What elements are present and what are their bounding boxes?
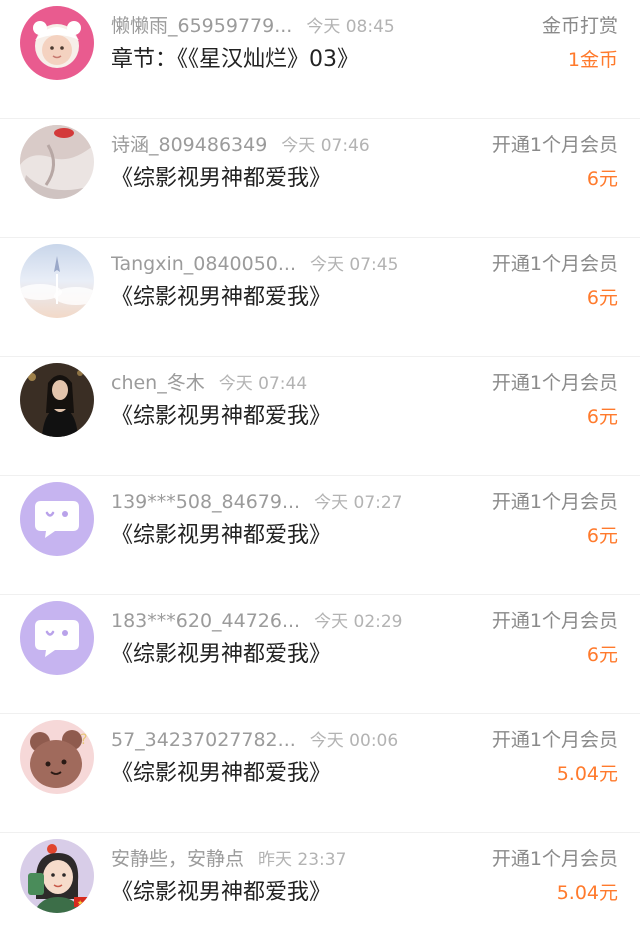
amount: 5.04元 xyxy=(556,763,618,785)
item-title: 章节：《《星汉灿烂》03》 xyxy=(111,47,359,72)
transaction-type: 开通1个月会员 xyxy=(491,372,618,394)
amount: 5.04元 xyxy=(556,882,618,904)
avatar[interactable] xyxy=(20,6,94,80)
amount: 6元 xyxy=(586,644,618,666)
timestamp: 今天 00:06 xyxy=(309,731,399,751)
user-name[interactable]: 懒懒雨_65959779... xyxy=(111,15,292,37)
user-name[interactable]: 安静些，安静点 xyxy=(111,848,244,870)
list-item[interactable]: Tangxin_0840050... 今天 07:45 《综影视男神都爱我》 开通… xyxy=(0,238,640,357)
item-title: 《综影视男神都爱我》 xyxy=(111,166,332,191)
chat-bubble-icon xyxy=(35,620,79,657)
list-item[interactable]: 183***620_44726... 今天 02:29 《综影视男神都爱我》 开通… xyxy=(0,595,640,714)
user-name[interactable]: 139***508_84679... xyxy=(111,491,300,513)
girl-avatar-icon xyxy=(20,125,94,199)
user-line: chen_冬木 今天 07:44 xyxy=(111,371,441,396)
avatar[interactable] xyxy=(20,482,94,556)
sky-avatar-icon xyxy=(20,244,94,318)
item-title: 《综影视男神都爱我》 xyxy=(111,404,332,429)
item-title: 《综影视男神都爱我》 xyxy=(111,761,332,786)
transaction-type: 金币打赏 xyxy=(541,15,618,37)
amount: 1金币 xyxy=(567,49,618,71)
transaction-type: 开通1个月会员 xyxy=(491,610,618,632)
item-title: 《综影视男神都爱我》 xyxy=(111,642,332,667)
item-title: 《综影视男神都爱我》 xyxy=(111,523,332,548)
transaction-type: 开通1个月会员 xyxy=(491,729,618,751)
user-name[interactable]: Tangxin_0840050... xyxy=(111,253,296,275)
timestamp: 今天 07:27 xyxy=(314,493,403,513)
user-line: 懒懒雨_65959779... 今天 08:45 xyxy=(111,14,441,39)
user-name[interactable]: 诗涵_809486349 xyxy=(111,134,267,156)
avatar[interactable] xyxy=(20,125,94,199)
transaction-type: 开通1个月会员 xyxy=(491,134,618,156)
woman-avatar-icon xyxy=(20,363,94,437)
list-item[interactable]: 139***508_84679... 今天 07:27 《综影视男神都爱我》 开通… xyxy=(0,476,640,595)
timestamp: 昨天 23:37 xyxy=(258,850,347,870)
list-item[interactable]: 懒懒雨_65959779... 今天 08:45 章节：《《星汉灿烂》03》 金币… xyxy=(0,0,640,119)
amount: 6元 xyxy=(586,168,618,190)
list-item[interactable]: chen_冬木 今天 07:44 《综影视男神都爱我》 开通1个月会员 6元 xyxy=(0,357,640,476)
baby-avatar-icon xyxy=(20,6,94,80)
user-line: 诗涵_809486349 今天 07:46 xyxy=(111,133,441,158)
user-name[interactable]: chen_冬木 xyxy=(111,372,205,394)
user-name[interactable]: 183***620_44726... xyxy=(111,610,300,632)
user-line: 183***620_44726... 今天 02:29 xyxy=(111,609,441,634)
amount: 6元 xyxy=(586,406,618,428)
list-item[interactable]: ★ 安静些，安静点 昨天 23:37 《综影视男神都爱我》 开通1个月会员 5.0… xyxy=(0,833,640,952)
transaction-type: 开通1个月会员 xyxy=(491,253,618,275)
svg-text:★: ★ xyxy=(77,899,83,907)
avatar[interactable] xyxy=(20,244,94,318)
timestamp: 今天 08:45 xyxy=(306,17,395,37)
timestamp: 今天 07:44 xyxy=(218,374,308,394)
transaction-type: 开通1个月会员 xyxy=(491,848,618,870)
user-line: 安静些，安静点 昨天 23:37 xyxy=(111,847,441,872)
bear-avatar-icon: ? xyxy=(20,720,94,794)
list-item[interactable]: ? 57_34237027782... 今天 00:06 《综影视男神都爱我》 开… xyxy=(0,714,640,833)
cartoon-avatar-icon: ★ xyxy=(20,839,94,913)
user-line: Tangxin_0840050... 今天 07:45 xyxy=(111,252,441,277)
amount: 6元 xyxy=(586,525,618,547)
list-item[interactable]: 诗涵_809486349 今天 07:46 《综影视男神都爱我》 开通1个月会员 … xyxy=(0,119,640,238)
user-line: 57_34237027782... 今天 00:06 xyxy=(111,728,441,753)
timestamp: 今天 07:46 xyxy=(281,136,370,156)
transaction-list: 懒懒雨_65959779... 今天 08:45 章节：《《星汉灿烂》03》 金币… xyxy=(0,0,640,952)
avatar[interactable]: ★ xyxy=(20,839,94,913)
avatar[interactable] xyxy=(20,601,94,675)
transaction-type: 开通1个月会员 xyxy=(491,491,618,513)
timestamp: 今天 07:45 xyxy=(310,255,399,275)
user-line: 139***508_84679... 今天 07:27 xyxy=(111,490,441,515)
timestamp: 今天 02:29 xyxy=(314,612,403,632)
avatar[interactable]: ? xyxy=(20,720,94,794)
svg-text:?: ? xyxy=(80,732,87,748)
user-name[interactable]: 57_34237027782... xyxy=(111,729,296,751)
avatar[interactable] xyxy=(20,363,94,437)
amount: 6元 xyxy=(586,287,618,309)
item-title: 《综影视男神都爱我》 xyxy=(111,285,332,310)
item-title: 《综影视男神都爱我》 xyxy=(111,880,332,905)
chat-bubble-icon xyxy=(35,501,79,538)
